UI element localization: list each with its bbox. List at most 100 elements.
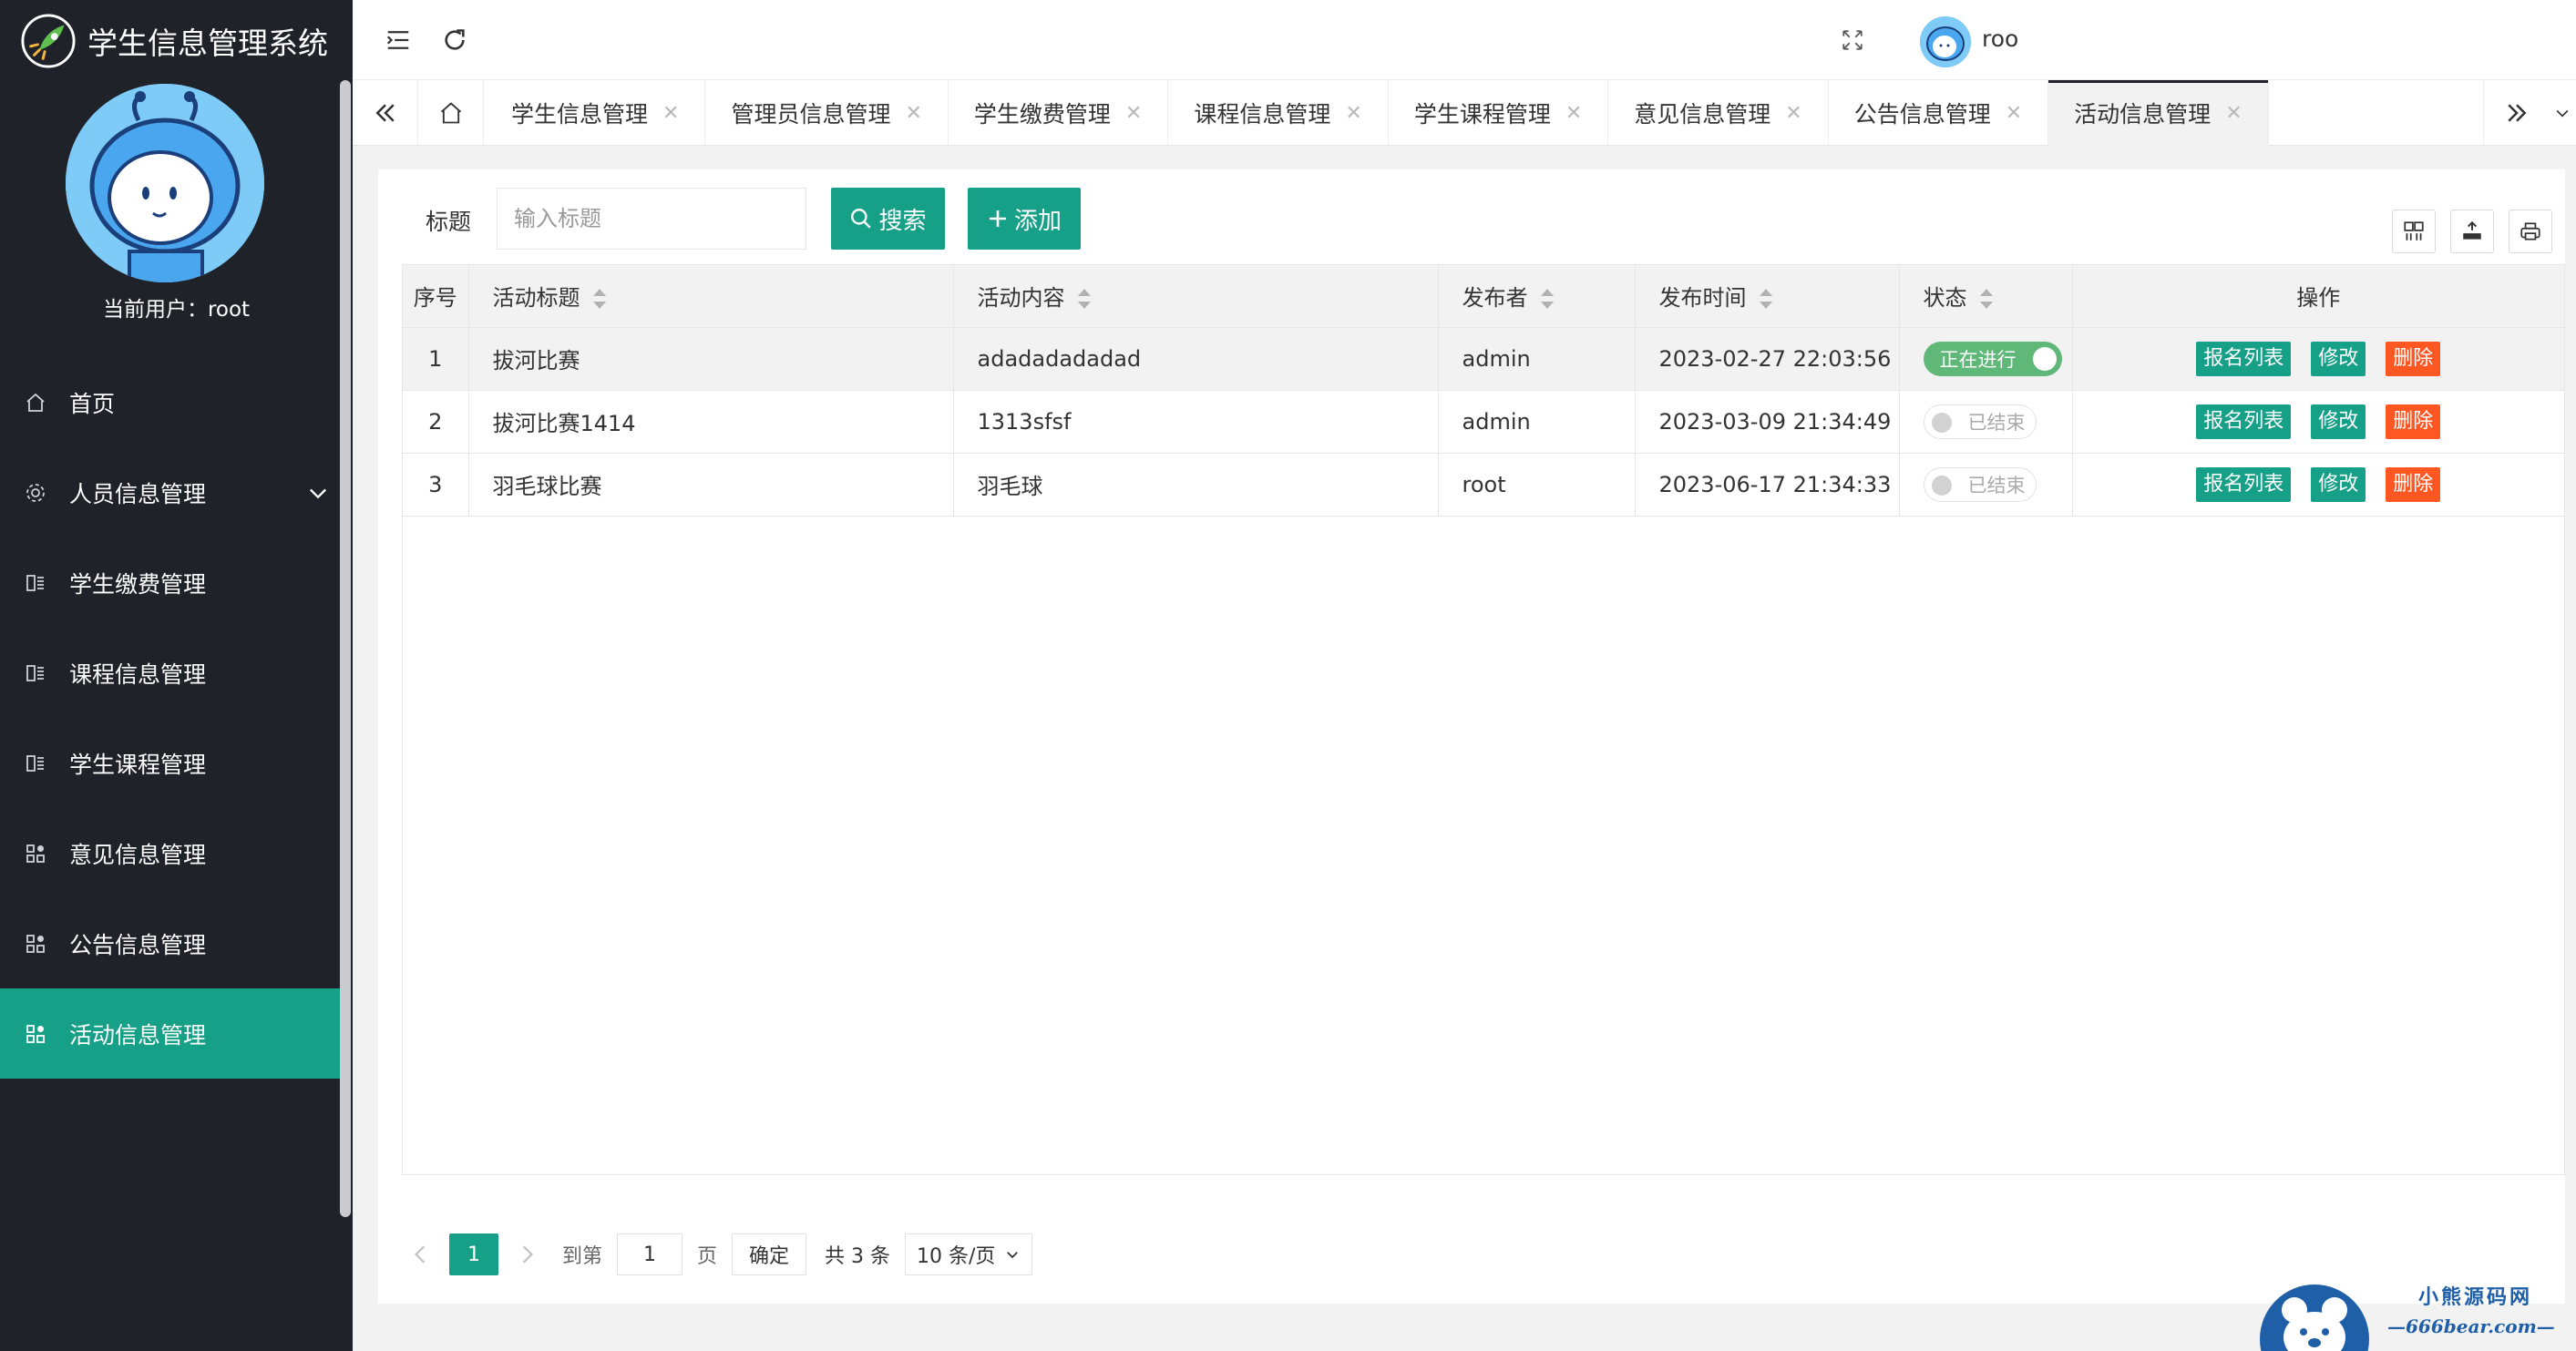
page-size-value: 10 条/页 [917,1245,996,1268]
tab-course-info[interactable]: 课程信息管理 ✕ [1168,80,1389,146]
signup-list-button[interactable]: 报名列表 [2196,466,2292,502]
tab-student-course[interactable]: 学生课程管理 ✕ [1389,80,1609,146]
table-row[interactable]: 2 拔河比赛1414 1313sfsf admin 2023-03-09 21:… [403,390,2564,454]
tab-activity-info[interactable]: 活动信息管理 ✕ [2048,80,2269,146]
cell-actions: 报名列表 修改 删除 [2072,390,2564,454]
current-user-label: 当前用户：root [102,298,251,322]
close-icon[interactable]: ✕ [1125,102,1142,125]
sidebar-item-notice[interactable]: 公告信息管理 [0,898,340,988]
column-header-publisher[interactable]: 发布者 [1438,265,1636,328]
tab-home[interactable] [418,80,484,146]
table-row[interactable]: 3 羽毛球比赛 羽毛球 root 2023-06-17 21:34:33 已结束… [403,453,2564,517]
sidebar-item-label: 公告信息管理 [69,931,207,958]
tabs-scroll-left-button[interactable] [353,80,418,146]
sort-icon[interactable] [1979,289,1993,310]
toggle-knob [2032,346,2057,371]
double-chevron-right-icon [2507,104,2527,122]
close-icon[interactable]: ✕ [662,102,679,125]
cell-title: 羽毛球比赛 [468,453,954,517]
sidebar-item-activity[interactable]: 活动信息管理 [0,988,340,1079]
search-button[interactable]: 搜索 [831,188,945,250]
home-icon [440,102,461,124]
title-search-input[interactable] [497,188,806,250]
cell-time: 2023-03-09 21:34:49 [1635,390,1900,454]
sidebar-scrollbar[interactable] [340,80,351,1217]
export-button[interactable] [2450,210,2494,253]
table-row[interactable]: 1 拔河比赛 adadadadadad admin 2023-02-27 22:… [403,327,2564,391]
delete-button[interactable]: 删除 [2386,404,2441,439]
app-logo[interactable]: 学生信息管理系统 [0,0,353,82]
status-toggle[interactable]: 正在进行 [1923,341,2062,376]
tab-notice-info[interactable]: 公告信息管理 ✕ [1829,80,2049,146]
toggle-knob [1931,475,1952,496]
book-icon [24,752,47,775]
edit-button[interactable]: 修改 [2311,404,2366,439]
status-toggle[interactable]: 已结束 [1923,404,2037,439]
sort-icon[interactable] [1759,289,1772,310]
filter-columns-button[interactable] [2392,210,2436,253]
status-toggle-label: 已结束 [1967,474,2026,496]
column-header-time[interactable]: 发布时间 [1635,265,1900,328]
page-size-select[interactable]: 10 条/页 [905,1233,1033,1275]
close-icon[interactable]: ✕ [2006,102,2022,125]
goto-page-input[interactable]: 1 [617,1233,683,1275]
tab-student-fee[interactable]: 学生缴费管理 ✕ [949,80,1169,146]
tab-feedback-info[interactable]: 意见信息管理 ✕ [1608,80,1829,146]
edit-button[interactable]: 修改 [2311,341,2366,376]
collapse-menu-button[interactable] [376,18,420,62]
tab-label: 管理员信息管理 [731,101,891,128]
next-page-button[interactable] [509,1244,546,1264]
user-avatar[interactable] [1920,16,1971,67]
close-icon[interactable]: ✕ [1345,102,1361,125]
search-icon [851,209,872,229]
tab-admin-info[interactable]: 管理员信息管理 ✕ [705,80,949,146]
prev-page-button[interactable] [402,1244,438,1264]
signup-list-button[interactable]: 报名列表 [2196,404,2292,439]
page-number-current[interactable]: 1 [449,1233,498,1275]
export-icon [2463,220,2481,240]
sidebar-item-label: 学生缴费管理 [69,570,207,598]
close-icon[interactable]: ✕ [1565,102,1582,125]
sort-icon[interactable] [1077,289,1091,310]
tab-label: 学生课程管理 [1413,101,1551,128]
add-button-label: 添加 [1013,207,1062,235]
column-header-content[interactable]: 活动内容 [953,265,1439,328]
print-button[interactable] [2509,210,2552,253]
close-icon[interactable]: ✕ [1785,102,1801,125]
column-header-title[interactable]: 活动标题 [468,265,954,328]
sidebar-item-student-course[interactable]: 学生课程管理 [0,718,340,808]
status-toggle[interactable]: 已结束 [1923,466,2037,502]
tab-student-info[interactable]: 学生信息管理 ✕ [486,80,706,146]
cell-status: 正在进行 [1899,327,2073,391]
sidebar-item-course[interactable]: 课程信息管理 [0,628,340,718]
delete-button[interactable]: 删除 [2386,466,2441,502]
sort-icon[interactable] [1540,289,1554,310]
fullscreen-button[interactable] [1831,18,1874,62]
search-label: 标题 [426,209,472,235]
tabs-menu-button[interactable] [2549,80,2576,146]
chevron-down-icon [2556,109,2569,118]
sidebar-item-fee[interactable]: 学生缴费管理 [0,537,340,628]
column-header-label: 发布时间 [1658,285,1747,312]
watermark: 小熊源码网 —666bear.com— [2258,1274,2568,1351]
sidebar-item-personnel[interactable]: 人员信息管理 [0,447,340,537]
sidebar-item-label: 人员信息管理 [69,480,207,507]
column-header-status[interactable]: 状态 [1899,265,2073,328]
goto-confirm-button[interactable]: 确定 [732,1233,807,1275]
signup-list-button[interactable]: 报名列表 [2196,341,2292,376]
sidebar-item-feedback[interactable]: 意见信息管理 [0,808,340,898]
cell-actions: 报名列表 修改 删除 [2072,327,2564,391]
user-name[interactable]: roo [1982,26,2018,52]
toggle-knob [1931,412,1952,433]
cell-index: 2 [403,390,469,454]
refresh-button[interactable] [433,18,477,62]
sort-icon[interactable] [592,289,606,310]
close-icon[interactable]: ✕ [2225,102,2242,125]
add-button[interactable]: 添加 [968,188,1081,250]
edit-button[interactable]: 修改 [2311,466,2366,502]
sidebar-item-home[interactable]: 首页 [0,357,340,447]
tabs-scroll-right-button[interactable] [2483,80,2549,146]
sidebar-item-label: 课程信息管理 [69,660,207,688]
close-icon[interactable]: ✕ [905,102,921,125]
delete-button[interactable]: 删除 [2386,341,2441,376]
